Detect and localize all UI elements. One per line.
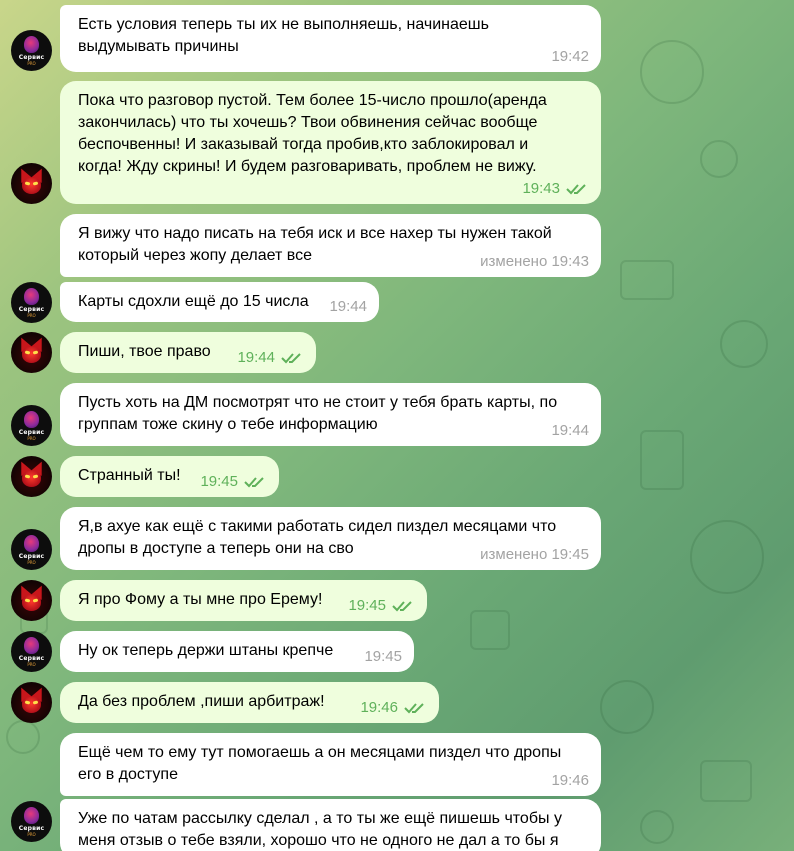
demon-avatar[interactable] [11, 332, 52, 373]
message-bubble-incoming[interactable]: Ну ок теперь держи штаны крепче 19:45 [60, 631, 414, 672]
message-bubble-incoming[interactable]: Карты сдохли ещё до 15 числа 19:44 [60, 282, 379, 322]
message-bubble-incoming[interactable]: Есть условия теперь ты их не выполняешь,… [60, 5, 601, 72]
message-time: 19:44 [329, 298, 367, 315]
avatar-brand-text: Сервис [18, 54, 45, 61]
message-bubble-incoming[interactable]: Я,в ахуе как ещё с такими работать сидел… [60, 507, 601, 570]
message-time: 19:44 [551, 422, 589, 439]
double-check-icon [244, 477, 264, 488]
double-check-icon [392, 601, 412, 612]
message-bubble-outgoing[interactable]: Да без проблем ,пиши арбитраж! 19:46 [60, 682, 439, 723]
demon-avatar[interactable] [11, 163, 52, 204]
message-bubble-incoming[interactable]: Пусть хоть на ДМ посмотрят что не стоит … [60, 383, 601, 446]
double-check-icon [404, 703, 424, 714]
message-bubble-outgoing[interactable]: Я про Фому а ты мне про Ерему! 19:45 [60, 580, 427, 621]
message-feed[interactable]: Есть условия теперь ты их не выполняешь,… [0, 0, 794, 851]
service-logo-icon [24, 411, 39, 428]
avatar-brand-subtext: PRO [27, 436, 36, 441]
service-logo-avatar[interactable]: Сервис PRO [11, 801, 52, 842]
avatar-brand-text: Сервис [18, 553, 45, 560]
demon-face [22, 595, 41, 611]
message-time: 19:42 [551, 48, 589, 65]
demon-avatar[interactable] [11, 580, 52, 621]
avatar-brand-text: Сервис [18, 306, 45, 313]
avatar-brand-text: Сервис [18, 429, 45, 436]
avatar-brand-subtext: PRO [27, 560, 36, 565]
demon-avatar[interactable] [11, 456, 52, 497]
service-logo-icon [24, 535, 39, 552]
service-logo-avatar[interactable]: Сервис PRO [11, 282, 52, 323]
service-logo-icon [24, 36, 39, 53]
avatar-brand-subtext: PRO [27, 61, 36, 66]
service-logo-avatar[interactable]: Сервис PRO [11, 529, 52, 570]
service-logo-icon [24, 288, 39, 305]
avatar-brand-text: Сервис [18, 655, 45, 662]
avatar-brand-subtext: PRO [27, 662, 36, 667]
message-bubble-incoming[interactable]: Уже по чатам рассылку сделал , а то ты ж… [60, 799, 601, 851]
demon-avatar[interactable] [11, 682, 52, 723]
message-time: 19:43 [522, 180, 589, 198]
message-bubble-outgoing[interactable]: Пока что разговор пустой. Тем более 15-ч… [60, 81, 601, 204]
service-logo-icon [24, 637, 39, 654]
service-logo-avatar[interactable]: Сервис PRO [11, 30, 52, 71]
message-text: Уже по чатам рассылку сделал , а то ты ж… [78, 810, 562, 849]
message-time: 19:46 [551, 772, 589, 789]
message-time: изменено 19:45 [480, 546, 589, 563]
demon-face [22, 471, 41, 487]
service-logo-icon [24, 807, 39, 824]
message-text: Пусть хоть на ДМ посмотрят что не стоит … [78, 394, 558, 433]
demon-face [22, 178, 41, 194]
message-text: Ещё чем то ему тут помогаешь а он месяца… [78, 744, 562, 783]
double-check-icon [566, 184, 586, 195]
avatar-brand-subtext: PRO [27, 832, 36, 837]
demon-face [22, 347, 41, 363]
message-bubble-incoming[interactable]: Я вижу что надо писать на тебя иск и все… [60, 214, 601, 277]
avatar-brand-text: Сервис [18, 825, 45, 832]
message-bubble-outgoing[interactable]: Пиши, твое право 19:44 [60, 332, 316, 373]
avatar-brand-subtext: PRO [27, 313, 36, 318]
message-text: Пока что разговор пустой. Тем более 15-ч… [78, 92, 547, 175]
message-bubble-outgoing[interactable]: Странный ты! 19:45 [60, 456, 279, 497]
message-time: изменено 19:43 [480, 253, 589, 270]
double-check-icon [281, 353, 301, 364]
demon-face [22, 697, 41, 713]
message-time: 19:44 [237, 349, 304, 367]
service-logo-avatar[interactable]: Сервис PRO [11, 405, 52, 446]
message-text: Есть условия теперь ты их не выполняешь,… [78, 16, 489, 55]
message-time: 19:45 [200, 473, 267, 491]
message-bubble-incoming[interactable]: Ещё чем то ему тут помогаешь а он месяца… [60, 733, 601, 796]
service-logo-avatar[interactable]: Сервис PRO [11, 631, 52, 672]
message-time: 19:45 [348, 597, 415, 615]
message-time: 19:46 [360, 699, 427, 717]
message-time: 19:45 [364, 648, 402, 665]
